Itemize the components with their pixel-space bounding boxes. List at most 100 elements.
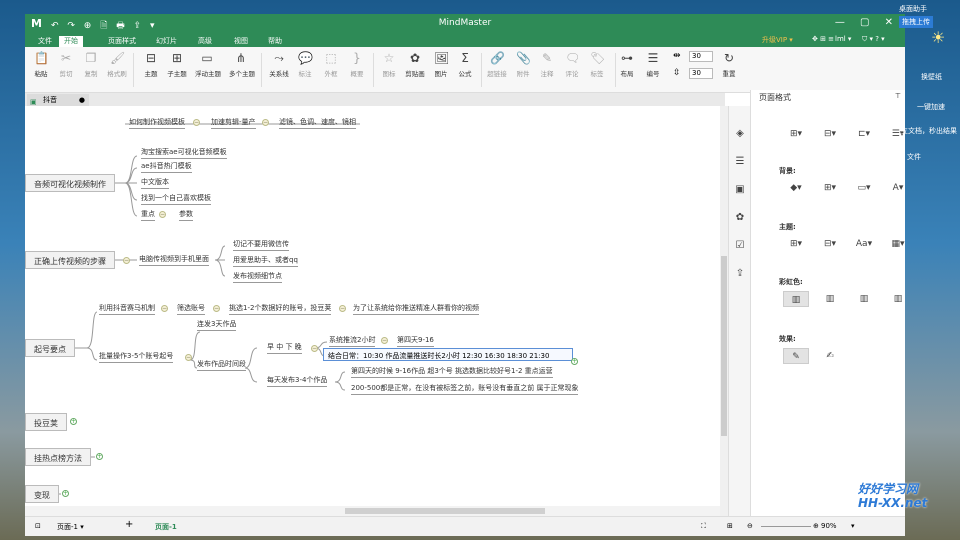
zoom-in-icon[interactable]: ⊕ [813, 522, 819, 530]
wallpaper-shortcut[interactable]: 换壁纸 [921, 72, 942, 82]
main-topic-audio-visual[interactable]: 音频可视化视频制作 [25, 174, 115, 192]
label-button[interactable]: 💬 标注 [293, 51, 317, 78]
mindmap-canvas[interactable]: 如何制作视频模板 − 加速剪辑-量产 − 滤镜、色调、速度、镜相 音频可视化视频… [25, 106, 720, 516]
subtopic-key-point[interactable]: 重点 [141, 209, 155, 221]
zoom-level[interactable]: 90% [821, 522, 837, 530]
export-tab-icon[interactable]: ⇪ [734, 268, 746, 280]
font-dropdown[interactable]: Aa▾ [851, 236, 877, 252]
outline-button[interactable]: ⬚ 外框 [319, 51, 343, 78]
fullscreen-icon[interactable]: ⊞ [727, 522, 733, 530]
add-page-button[interactable]: + [125, 519, 133, 530]
subtopic-button[interactable]: ⊞ 子主题 [165, 51, 189, 78]
menu-page-style[interactable]: 页面样式 [103, 36, 141, 46]
paste-button[interactable]: 📋 粘贴 [29, 51, 53, 78]
rainbow-option-2[interactable]: ▥ [817, 291, 843, 307]
topic-filter-color[interactable]: 滤镜、色调、速度、镜相 [279, 117, 356, 129]
collapse-toggle[interactable]: − [381, 337, 388, 344]
layout-button[interactable]: ⊶ 布局 [615, 51, 639, 78]
collapse-toggle[interactable]: − [262, 119, 269, 126]
branch-style-dropdown[interactable]: ⊟▾ [817, 126, 843, 142]
hyperlink-button[interactable]: 🔗 超链接 [485, 51, 509, 78]
menu-view[interactable]: 视图 [229, 36, 253, 46]
subtopic-params[interactable]: 参数 [179, 209, 193, 221]
relation-line-button[interactable]: ⤳ 关系线 [267, 51, 291, 78]
formula-button[interactable]: Σ 公式 [453, 51, 477, 78]
effect-handdrawn-button[interactable]: ✍ [817, 348, 843, 364]
main-topic-account-points[interactable]: 起号要点 [25, 339, 75, 357]
menu-help[interactable]: 帮助 [263, 36, 287, 46]
main-topic-upload-steps[interactable]: 正确上传视频的步骤 [25, 251, 115, 269]
subtopic-day4-pick[interactable]: 第四天的时候 9-16作品 超3个号 挑选数据比较好号1-2 重点运营 [351, 366, 553, 378]
zoom-dropdown-icon[interactable]: ▾ [851, 522, 855, 530]
outline-list-icon[interactable]: ☰ [734, 156, 746, 168]
attachment-button[interactable]: 📎 附件 [511, 51, 535, 78]
cut-button[interactable]: ✂ 剪切 [54, 51, 78, 78]
subtopic-publish-details[interactable]: 发布视频细节点 [233, 271, 282, 283]
image-button[interactable]: 🖼 图片 [429, 51, 453, 78]
subtopic-chinese-version[interactable]: 中文版本 [141, 177, 169, 189]
speedup-shortcut[interactable]: 一键加速 [917, 102, 945, 112]
horizontal-spacing-input[interactable]: 30 [689, 51, 713, 62]
subtopic-precise-crowd[interactable]: 为了让系统给你推送精准人群看你的视频 [353, 303, 479, 315]
subtopic-time-slots[interactable]: 早 中 下 晚 [267, 342, 302, 354]
collapse-toggle[interactable]: − [193, 119, 200, 126]
menu-file[interactable]: 文件 [33, 36, 57, 46]
page-format-tab-icon[interactable]: ◈ [734, 128, 746, 140]
format-painter-button[interactable]: 🖌 格式刷 [105, 51, 129, 78]
zoom-out-icon[interactable]: ⊖ [747, 522, 753, 530]
page-selector[interactable]: 页面-1 ▾ [57, 522, 84, 532]
drag-upload-button[interactable]: 拖拽上传 [899, 16, 933, 28]
subtopic-normal-range[interactable]: 200-500都是正常，在没有被标签之前，账号没有垂直之前 属于正常现象 [351, 383, 579, 395]
menu-advanced[interactable]: 高级 [193, 36, 217, 46]
subtopic-pc-to-phone[interactable]: 电脑传视频到手机里面 [139, 254, 209, 266]
subtopic-filter-account[interactable]: 筛选账号 [177, 303, 205, 315]
vertical-spacing-input[interactable]: 30 [689, 68, 713, 79]
subtopic-daily-3-4[interactable]: 每天发布3-4个作品 [267, 375, 328, 387]
subtopic-ae-douyin[interactable]: ae抖音热门模板 [141, 161, 192, 173]
background-fill-dropdown[interactable]: ◆▾ [783, 180, 809, 196]
subtopic-aisi-qq[interactable]: 用爱思助手、或者qq [233, 255, 298, 267]
expand-toggle[interactable]: + [96, 453, 103, 460]
menu-slides[interactable]: 幻灯片 [151, 36, 182, 46]
collapse-toggle[interactable]: − [159, 211, 166, 218]
connector-style-dropdown[interactable]: ⊏▾ [851, 126, 877, 142]
subtopic-three-days[interactable]: 连发3天作品 [197, 319, 237, 331]
horizontal-scrollbar[interactable] [25, 506, 720, 516]
rainbow-option-1[interactable]: ▥ [783, 291, 809, 307]
main-topic-hotlist[interactable]: 挂热点榜方法 [25, 448, 91, 466]
expand-toggle[interactable]: + [70, 418, 77, 425]
collapse-toggle[interactable]: − [185, 354, 192, 361]
vertical-scrollbar[interactable] [720, 106, 728, 516]
subtopic-batch-accounts[interactable]: 批量操作3-5个账号起号 [99, 351, 174, 363]
zoom-slider[interactable] [761, 526, 811, 527]
collapse-toggle[interactable]: − [339, 305, 346, 312]
selected-topic-combine-daily[interactable]: 结合日常：10:30 作品流量推送时长2小时 12:30 16:30 18:30… [323, 348, 573, 361]
user-menu[interactable]: lml ▾ [830, 35, 856, 43]
subtopic-no-wechat[interactable]: 切记不要用微信传 [233, 239, 289, 251]
vip-upgrade-button[interactable]: 升级VIP ▾ [757, 35, 798, 45]
collapse-toggle[interactable]: − [123, 257, 130, 264]
page-tab-1[interactable]: 页面-1 [155, 522, 177, 532]
collapse-toggle[interactable]: − [213, 305, 220, 312]
clipart-tab-icon[interactable]: ✿ [734, 212, 746, 224]
topic-button[interactable]: ⊟ 主题 [139, 51, 163, 78]
icon-button[interactable]: ☆ 图标 [377, 51, 401, 78]
unsaved-dot-icon[interactable]: ● [79, 94, 85, 106]
subtopic-publish-time[interactable]: 发布作品时间段 [197, 359, 246, 371]
image-tab-icon[interactable]: ▣ [734, 184, 746, 196]
background-image-dropdown[interactable]: ⊞▾ [817, 180, 843, 196]
pin-icon[interactable]: ⊤ [895, 92, 901, 100]
topic-how-make-template[interactable]: 如何制作视频模板 [129, 117, 185, 129]
clipart-button[interactable]: ✿ 剪贴画 [403, 51, 427, 78]
horizontal-scroll-thumb[interactable] [345, 508, 545, 514]
help-menu-icons[interactable]: ⛉ ▾ ? ▾ [857, 35, 890, 44]
comment-button[interactable]: 🗨 评论 [560, 51, 584, 78]
background-texture-dropdown[interactable]: ▭▾ [851, 180, 877, 196]
vertical-scroll-thumb[interactable] [721, 256, 727, 436]
subtopic-taobao-ae[interactable]: 淘宝搜索ae可视化音频模板 [141, 147, 227, 159]
page-list-icon[interactable]: ⊡ [35, 522, 41, 530]
effect-normal-button[interactable]: ✎ [783, 348, 809, 364]
expand-toggle[interactable]: + [62, 490, 69, 497]
note-button[interactable]: ✎ 注释 [535, 51, 559, 78]
collapse-toggle[interactable]: − [161, 305, 168, 312]
